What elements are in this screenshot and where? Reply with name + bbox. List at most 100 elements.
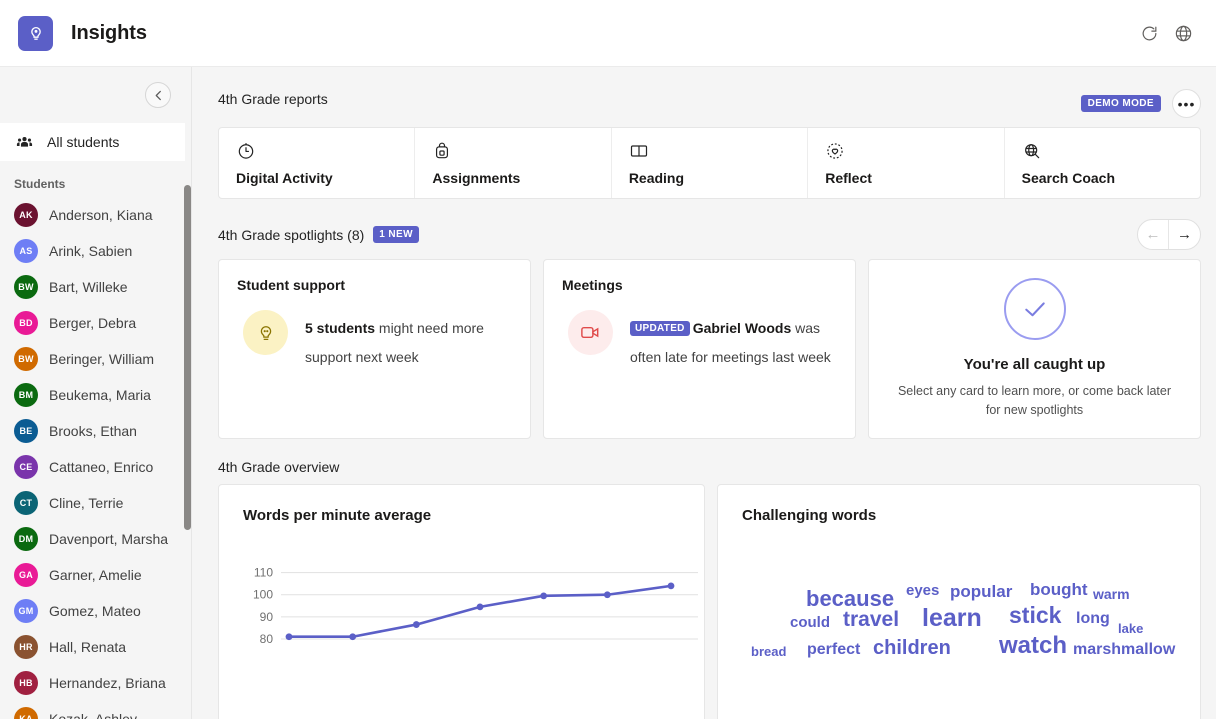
spotlight-card-student-support[interactable]: Student support 5 students might need <box>218 259 531 439</box>
spotlights-prev-button[interactable]: ← <box>1138 220 1169 249</box>
words-per-minute-chart: 8090100110 <box>219 558 704 668</box>
sidebar-item-student[interactable]: DMDavenport, Marsha <box>0 521 185 557</box>
lightbulb-icon <box>255 322 277 344</box>
sidebar-item-student[interactable]: GMGomez, Mateo <box>0 593 185 629</box>
sidebar-item-student[interactable]: BM Beukema, Maria <box>0 377 185 413</box>
sidebar-item-student[interactable]: HR Hall, Renata <box>0 629 185 665</box>
spotlight-card-title: Meetings <box>562 277 837 293</box>
tab-reflect[interactable]: Reflect <box>808 128 1004 198</box>
chart-line <box>289 586 671 637</box>
chart-data-point[interactable] <box>604 591 611 598</box>
lightbulb-badge <box>243 310 288 355</box>
student-name: Hall, Renata <box>49 639 126 655</box>
tab-search-coach[interactable]: Search Coach <box>1005 128 1200 198</box>
app-title: Insights <box>71 22 147 45</box>
avatar: BW <box>14 275 38 299</box>
reflect-heart-icon <box>825 141 1003 161</box>
tab-reading[interactable]: Reading <box>612 128 808 198</box>
spotlight-card-meetings[interactable]: Meetings UPDATEDGabriel Woods was often … <box>543 259 856 439</box>
student-name: Bart, Willeke <box>49 279 128 295</box>
sidebar-scrollbar-track[interactable] <box>184 123 191 719</box>
word-cloud-word[interactable]: popular <box>950 582 1012 602</box>
chart-data-point[interactable] <box>413 621 420 628</box>
avatar: BM <box>14 383 38 407</box>
word-cloud-word[interactable]: bread <box>751 644 786 659</box>
word-cloud-word[interactable]: watch <box>999 632 1067 660</box>
challenging-words-card[interactable]: Challenging words becauseeyespopularboug… <box>717 484 1201 719</box>
word-cloud-word[interactable]: long <box>1076 610 1110 628</box>
search-globe-icon <box>1022 141 1200 161</box>
student-name: Beukema, Maria <box>49 387 151 403</box>
chart-data-point[interactable] <box>349 633 356 640</box>
overview-section-title: 4th Grade overview <box>218 459 1201 475</box>
chart-data-point[interactable] <box>668 582 675 589</box>
sidebar-item-student[interactable]: ASArink, Sabien <box>0 233 185 269</box>
student-list[interactable]: AKAnderson, KianaASArink, Sabien BW Bart, … <box>0 197 191 719</box>
reports-header: 4th Grade reports DEMO MODE ••• <box>218 89 1201 118</box>
word-cloud-word[interactable]: travel <box>843 608 899 632</box>
avatar: GM <box>14 599 38 623</box>
avatar: HR <box>14 635 38 659</box>
line-chart-svg: 8090100110 <box>219 558 705 668</box>
report-tabs[interactable]: Digital ActivityAssignmentsReadingReflec… <box>218 127 1201 199</box>
caught-up-subtitle: Select any card to learn more, or come b… <box>897 382 1172 420</box>
more-options-button[interactable]: ••• <box>1172 89 1201 118</box>
y-axis-tick-label: 90 <box>260 610 274 624</box>
chart-data-point[interactable] <box>477 603 484 610</box>
avatar: BD <box>14 311 38 335</box>
sidebar-item-student[interactable]: CECattaneo, Enrico <box>0 449 185 485</box>
word-cloud-word[interactable]: perfect <box>807 641 860 659</box>
word-cloud-word[interactable]: stick <box>1009 602 1061 629</box>
tab-assignments[interactable]: Assignments <box>415 128 611 198</box>
word-cloud-word[interactable]: eyes <box>906 582 939 599</box>
sidebar-item-student[interactable]: AKAnderson, Kiana <box>0 197 185 233</box>
language-button[interactable] <box>1166 16 1200 50</box>
lightbulb-icon <box>26 23 46 43</box>
sidebar-item-all-students[interactable]: All students <box>0 123 185 161</box>
spotlight-cards: Student support 5 students might need <box>218 259 1201 439</box>
checkmark-circle-badge <box>1004 278 1066 340</box>
collapse-sidebar-button[interactable] <box>145 82 171 108</box>
y-axis-tick-label: 110 <box>254 566 273 580</box>
chart-data-point[interactable] <box>286 633 293 640</box>
refresh-button[interactable] <box>1132 16 1166 50</box>
word-cloud-word[interactable]: learn <box>922 604 982 633</box>
spotlights-next-button[interactable]: → <box>1169 220 1200 249</box>
word-cloud-word[interactable]: warm <box>1093 586 1130 602</box>
word-cloud-word[interactable]: marshmallow <box>1073 641 1175 659</box>
avatar: KA <box>14 707 38 719</box>
chart-data-point[interactable] <box>540 592 547 599</box>
words-per-minute-title: Words per minute average <box>219 485 704 524</box>
book-icon <box>629 141 807 161</box>
student-name: Cattaneo, Enrico <box>49 459 153 475</box>
sidebar-item-student[interactable]: CTCline, Terrie <box>0 485 185 521</box>
sidebar-item-student[interactable]: KAKozak, Ashley <box>0 701 185 719</box>
word-cloud-word[interactable]: lake <box>1118 621 1143 636</box>
sidebar-item-student[interactable]: GA Garner, Amelie <box>0 557 185 593</box>
spotlight-card-title: Student support <box>237 277 512 293</box>
sidebar-item-student[interactable]: BEBrooks, Ethan <box>0 413 185 449</box>
student-name: Cline, Terrie <box>49 495 123 511</box>
sidebar-item-student[interactable]: HB Hernandez, Briana <box>0 665 185 701</box>
sidebar-item-student[interactable]: BWBeringer, William <box>0 341 185 377</box>
avatar: AS <box>14 239 38 263</box>
reports-section-title: 4th Grade reports <box>218 91 328 107</box>
word-cloud-word[interactable]: could <box>790 614 830 631</box>
word-cloud-word[interactable]: children <box>873 637 951 660</box>
spotlights-new-badge: 1 NEW <box>373 226 419 243</box>
tab-digital-activity[interactable]: Digital Activity <box>219 128 415 198</box>
sidebar-scrollbar-thumb[interactable] <box>184 185 191 530</box>
updated-badge: UPDATED <box>630 321 690 336</box>
clock-icon <box>236 141 414 161</box>
globe-icon <box>1174 24 1193 43</box>
student-name: Garner, Amelie <box>49 567 142 583</box>
spotlight-card-text-bold: Gabriel Woods <box>693 320 792 336</box>
sidebar-item-student[interactable]: BDBerger, Debra <box>0 305 185 341</box>
avatar: HB <box>14 671 38 695</box>
student-name: Hernandez, Briana <box>49 675 166 691</box>
app-logo <box>18 16 53 51</box>
word-cloud-word[interactable]: bought <box>1030 580 1088 600</box>
sidebar-item-student[interactable]: BW Bart, Willeke <box>0 269 185 305</box>
avatar: GA <box>14 563 38 587</box>
words-per-minute-card[interactable]: Words per minute average 8090100110 <box>218 484 705 719</box>
